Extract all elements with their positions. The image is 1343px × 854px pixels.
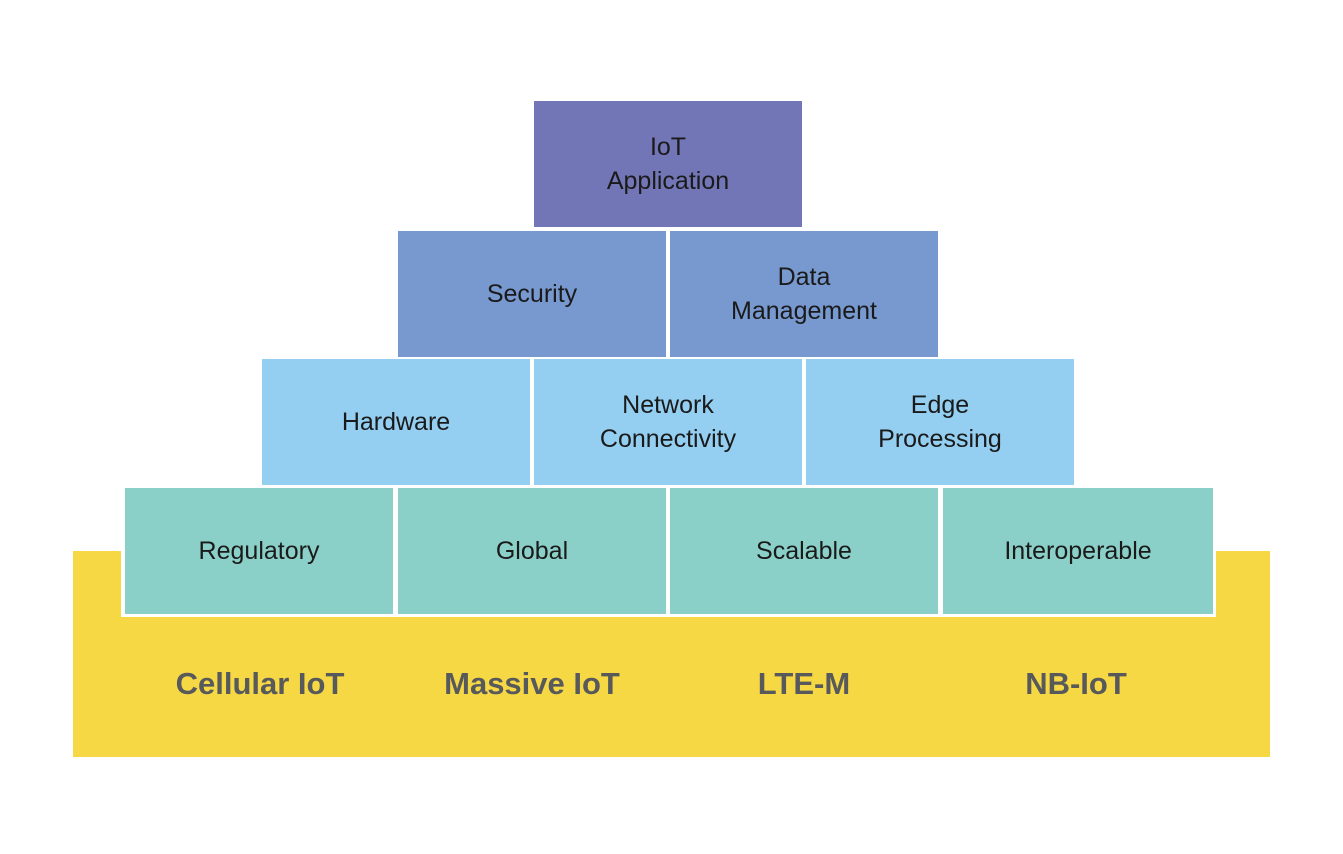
block-scalable: Scalable: [670, 488, 938, 614]
block-regulatory: Regulatory: [125, 488, 393, 614]
base-label-lte-m: LTE-M: [757, 666, 851, 701]
block-global: Global: [398, 488, 666, 614]
block-security: Security: [398, 231, 666, 357]
base-label-cellular-iot: Cellular IoT: [175, 666, 345, 701]
block-data-management: Data Management: [670, 231, 938, 357]
block-interoperable: Interoperable: [943, 488, 1213, 614]
block-hardware: Hardware: [262, 359, 530, 485]
block-network-connectivity: Network Connectivity: [534, 359, 802, 485]
block-iot-application: IoT Application: [534, 101, 802, 227]
base-label-nb-iot: NB-IoT: [1025, 666, 1127, 701]
block-edge-processing: Edge Processing: [806, 359, 1074, 485]
base-label-massive-iot: Massive IoT: [444, 666, 620, 701]
